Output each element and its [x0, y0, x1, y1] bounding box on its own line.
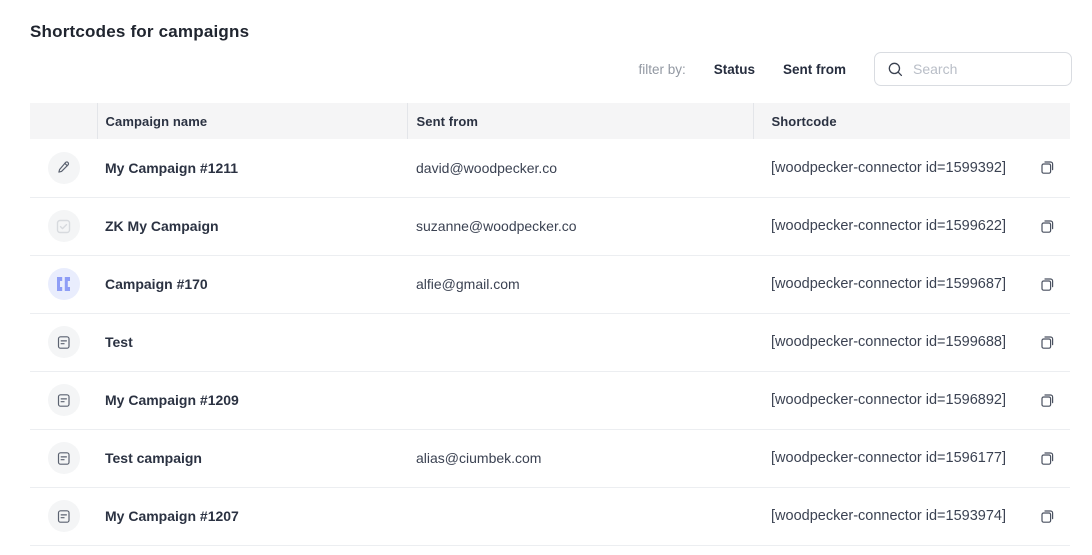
shortcode-value: [woodpecker-connector id=1596892] [771, 392, 1006, 408]
copy-shortcode-button[interactable] [1037, 332, 1058, 353]
filter-status[interactable]: Status [714, 62, 755, 77]
pencil-icon [47, 151, 80, 184]
table-row: My Campaign #1207 [woodpecker-connector … [30, 487, 1070, 546]
page-title: Shortcodes for campaigns [30, 22, 250, 41]
draft-icon [47, 384, 80, 416]
draft-icon [47, 500, 80, 532]
shortcode-value: [woodpecker-connector id=1599622] [771, 218, 1006, 234]
search-input[interactable] [913, 61, 1061, 77]
campaign-name: ZK My Campaign [97, 197, 407, 256]
column-header-sent-from: Sent from [406, 103, 753, 139]
draft-icon [47, 442, 80, 474]
filter-sent-from[interactable]: Sent from [783, 62, 846, 77]
shortcodes-page: Shortcodes for campaigns filter by: Stat… [0, 0, 1092, 555]
search-icon [887, 61, 904, 78]
campaign-name: Test campaign [97, 429, 407, 488]
pause-icon [47, 268, 80, 300]
top-bar: Shortcodes for campaigns filter by: Stat… [0, 0, 1092, 86]
copy-shortcode-button[interactable] [1037, 390, 1058, 411]
shortcode-value: [woodpecker-connector id=1593974] [771, 508, 1006, 524]
shortcode-value: [woodpecker-connector id=1599392] [771, 159, 1006, 176]
table-header-row: Campaign name Sent from Shortcode [30, 103, 1070, 139]
campaign-name: Test [97, 313, 407, 372]
column-header-status [30, 103, 97, 139]
shortcode-value: [woodpecker-connector id=1599687] [771, 276, 1006, 292]
shortcode-value: [woodpecker-connector id=1599688] [771, 334, 1006, 350]
sent-from-value: david@woodpecker.co [407, 139, 753, 198]
campaigns-table: Campaign name Sent from Shortcode My Cam… [30, 103, 1070, 546]
sent-from-value: suzanne@woodpecker.co [407, 197, 753, 256]
filter-bar: filter by: Status Sent from [638, 52, 1072, 86]
table-row: Test [woodpecker-connector id=1599688] [30, 313, 1070, 372]
draft-icon [47, 326, 80, 358]
table-row: Test campaign alias@ciumbek.com [woodpec… [30, 429, 1070, 488]
copy-shortcode-button[interactable] [1037, 274, 1058, 295]
copy-shortcode-button[interactable] [1037, 216, 1058, 237]
copy-shortcode-button[interactable] [1037, 506, 1058, 527]
table-row: Campaign #170 alfie@gmail.com [woodpecke… [30, 255, 1070, 314]
column-header-shortcode: Shortcode [752, 103, 1070, 139]
sent-from-value: alfie@gmail.com [407, 255, 753, 314]
table-row: My Campaign #1209 [woodpecker-connector … [30, 371, 1070, 430]
checkbox-icon [47, 210, 80, 242]
table-row: ZK My Campaign suzanne@woodpecker.co [wo… [30, 197, 1070, 256]
column-header-campaign-name: Campaign name [96, 103, 407, 139]
sent-from-value: alias@ciumbek.com [407, 429, 753, 488]
sent-from-value [407, 487, 753, 546]
campaign-name: Campaign #170 [97, 255, 407, 314]
copy-shortcode-button[interactable] [1037, 448, 1058, 469]
sent-from-value [407, 371, 753, 430]
campaign-name: My Campaign #1211 [97, 139, 407, 198]
search-box[interactable] [874, 52, 1072, 86]
table-row: My Campaign #1211 david@woodpecker.co [w… [30, 139, 1070, 198]
sent-from-value [407, 313, 753, 372]
campaign-name: My Campaign #1209 [97, 371, 407, 430]
filter-by-label: filter by: [638, 61, 686, 77]
campaign-name: My Campaign #1207 [97, 487, 407, 546]
copy-shortcode-button[interactable] [1037, 157, 1058, 178]
shortcode-value: [woodpecker-connector id=1596177] [771, 450, 1006, 466]
